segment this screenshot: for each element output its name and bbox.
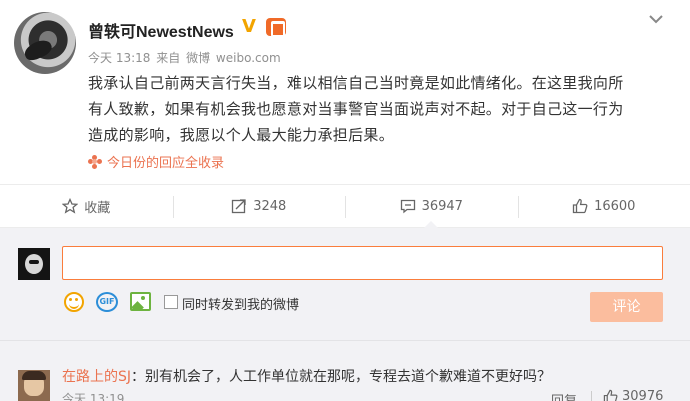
submit-comment-button[interactable]: 评论 bbox=[590, 292, 663, 322]
favorite-button[interactable]: 收藏 bbox=[0, 185, 173, 227]
like-button[interactable]: 16600 bbox=[517, 185, 690, 227]
memory-link-label: 今日份的回应全收录 bbox=[107, 156, 225, 171]
post-text-line: 有人致歉，如果有机会我也愿意对当事警官当面说声对不起。对于自己这一行为 bbox=[88, 100, 624, 118]
commenter-avatar[interactable] bbox=[18, 370, 50, 401]
source-prefix: 来自 bbox=[156, 51, 181, 65]
thumbs-up-icon bbox=[603, 389, 618, 401]
action-bar: 收藏 3248 36947 16600 bbox=[0, 184, 690, 228]
divider bbox=[591, 391, 592, 401]
divider bbox=[0, 340, 690, 341]
post-time[interactable]: 今天 13:18 bbox=[88, 51, 150, 65]
repost-count: 3248 bbox=[253, 198, 287, 214]
comment-section: GIF 同时转发到我的微博 评论 在路上的SJ：别有机会了，人工作单位就在那呢，… bbox=[0, 228, 690, 401]
reply-button[interactable]: 回复 bbox=[551, 390, 577, 401]
weibo-post-card: 曾轶可NewestNews V 今天 13:18 来自 微博 weibo.com… bbox=[0, 0, 690, 401]
comment-icon bbox=[400, 199, 415, 214]
comment-button[interactable]: 36947 bbox=[345, 185, 518, 228]
gif-icon[interactable]: GIF bbox=[96, 292, 118, 312]
repost-button[interactable]: 3248 bbox=[172, 185, 346, 227]
commenter-name[interactable]: 在路上的SJ bbox=[62, 369, 131, 385]
comment-time: 今天 13:19 bbox=[62, 392, 125, 401]
chevron-down-icon[interactable] bbox=[646, 10, 666, 28]
comment-separator: ： bbox=[131, 369, 146, 385]
comment-input[interactable] bbox=[62, 246, 663, 280]
author-name[interactable]: 曾轶可NewestNews bbox=[88, 18, 234, 42]
emoji-icon[interactable] bbox=[64, 292, 84, 312]
star-icon bbox=[62, 198, 79, 214]
verified-badge-icon: V bbox=[242, 16, 256, 37]
author-avatar[interactable] bbox=[14, 12, 76, 74]
post-meta: 今天 13:18 来自 微博 weibo.com bbox=[88, 49, 283, 66]
like-count: 16600 bbox=[594, 198, 636, 214]
comment-count: 36947 bbox=[421, 198, 463, 214]
repost-checkbox-label[interactable]: 同时转发到我的微博 bbox=[182, 294, 299, 313]
favorite-label: 收藏 bbox=[84, 200, 111, 216]
repost-checkbox[interactable] bbox=[164, 295, 178, 309]
memory-link[interactable]: 今日份的回应全收录 bbox=[88, 152, 224, 171]
repost-icon bbox=[232, 199, 246, 214]
comment-like-button[interactable]: 30976 bbox=[603, 389, 663, 401]
source-site[interactable]: weibo.com bbox=[216, 51, 281, 65]
source-app[interactable]: 微博 bbox=[186, 51, 210, 65]
post-text-line: 造成的影响，我愿以个人最大能力承担后果。 bbox=[88, 126, 395, 144]
post-body: 我承认自己前两天言行失当，难以相信自己当时竟是如此情绪化。在这里我向所 有人致歉… bbox=[88, 70, 668, 148]
flower-icon bbox=[88, 154, 102, 169]
image-icon[interactable] bbox=[130, 292, 151, 311]
vip-badge-icon[interactable] bbox=[266, 18, 286, 37]
comment-like-count: 30976 bbox=[622, 389, 664, 401]
comment-body: 别有机会了，人工作单位就在那呢，专程去道个歉难道不更好吗？ bbox=[145, 369, 552, 385]
post-text-line: 我承认自己前两天言行失当，难以相信自己当时竟是如此情绪化。在这里我向所 bbox=[88, 74, 624, 92]
comment-text: 在路上的SJ：别有机会了，人工作单位就在那呢，专程去道个歉难道不更好吗？ bbox=[62, 366, 551, 386]
thumbs-up-icon bbox=[572, 198, 588, 214]
current-user-avatar bbox=[18, 248, 50, 280]
